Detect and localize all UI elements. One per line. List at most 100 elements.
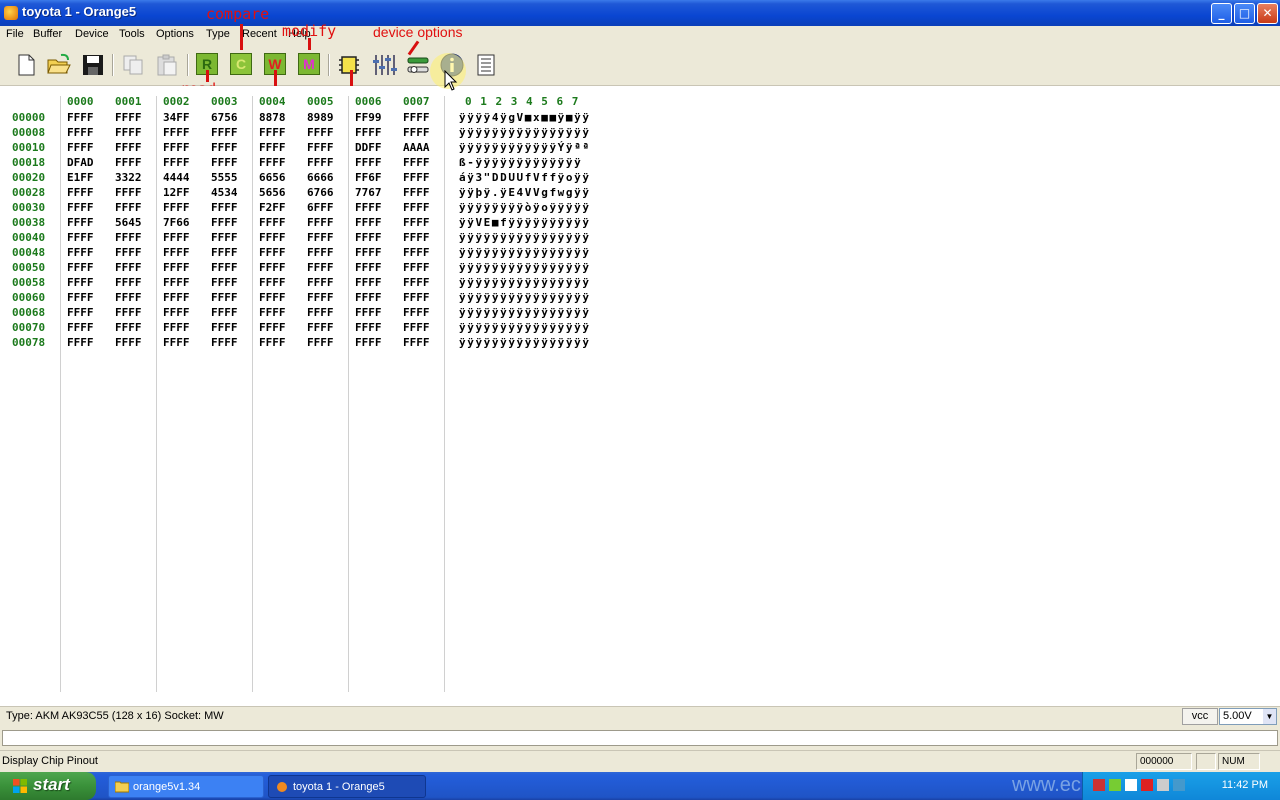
hex-cell[interactable]: FFFF	[259, 306, 286, 319]
hex-cell[interactable]: 34FF	[163, 111, 190, 124]
hex-cell[interactable]: FFFF	[307, 276, 334, 289]
hex-cell[interactable]: FFFF	[403, 276, 430, 289]
hex-cell[interactable]: FFFF	[403, 156, 430, 169]
ascii-row[interactable]: ­ß-ÿÿÿÿÿÿÿÿÿÿÿÿÿ	[459, 156, 582, 169]
maximize-icon[interactable]: □	[1234, 3, 1255, 24]
device-options-icon[interactable]	[405, 52, 431, 78]
taskbar-item-folder[interactable]: orange5v1.34	[108, 775, 264, 798]
start-button[interactable]: start	[0, 772, 96, 800]
ascii-row[interactable]: áÿ3"DDUUfVffÿoÿÿ	[459, 171, 591, 184]
hex-cell[interactable]: 7F66	[163, 216, 190, 229]
hex-cell[interactable]: FFFF	[211, 261, 238, 274]
hex-cell[interactable]: FFFF	[115, 201, 142, 214]
hex-cell[interactable]: FFFF	[67, 246, 94, 259]
hex-cell[interactable]: 5645	[115, 216, 142, 229]
hex-cell[interactable]: AAAA	[403, 141, 430, 154]
chip-options-icon[interactable]	[371, 52, 397, 78]
hex-cell[interactable]: FFFF	[115, 231, 142, 244]
hex-cell[interactable]: FFFF	[403, 126, 430, 139]
hex-cell[interactable]: 3322	[115, 171, 142, 184]
menu-options[interactable]: Options	[156, 28, 194, 40]
hex-cell[interactable]: FFFF	[163, 231, 190, 244]
hex-cell[interactable]: 8878	[259, 111, 286, 124]
hex-cell[interactable]: 7767	[355, 186, 382, 199]
hex-cell[interactable]: FFFF	[403, 291, 430, 304]
hex-cell[interactable]: FFFF	[115, 306, 142, 319]
hex-cell[interactable]: FFFF	[307, 231, 334, 244]
menu-type[interactable]: Type	[206, 28, 230, 40]
hex-cell[interactable]: FFFF	[403, 246, 430, 259]
hex-cell[interactable]: FFFF	[115, 261, 142, 274]
hex-cell[interactable]: FF6F	[355, 171, 382, 184]
hex-cell[interactable]: FFFF	[163, 306, 190, 319]
ascii-row[interactable]: ÿÿVE■fÿÿÿÿÿÿÿÿÿÿ	[459, 216, 591, 229]
tray-security-icon[interactable]	[1093, 779, 1105, 791]
hex-cell[interactable]: FFFF	[355, 306, 382, 319]
hex-cell[interactable]: FFFF	[67, 141, 94, 154]
hex-cell[interactable]: FFFF	[115, 246, 142, 259]
hex-cell[interactable]: FFFF	[355, 291, 382, 304]
ascii-row[interactable]: ÿÿÿÿ4ÿgV■x■■ÿ■ÿÿ	[459, 111, 591, 124]
hex-cell[interactable]: FFFF	[355, 231, 382, 244]
pinout-icon[interactable]	[473, 52, 499, 78]
hex-cell[interactable]: FFFF	[403, 171, 430, 184]
hex-cell[interactable]: FFFF	[163, 246, 190, 259]
hex-cell[interactable]: FFFF	[259, 141, 286, 154]
hex-cell[interactable]: FFFF	[259, 231, 286, 244]
hex-cell[interactable]: FFFF	[211, 231, 238, 244]
hex-cell[interactable]: 6656	[259, 171, 286, 184]
hex-cell[interactable]: FFFF	[259, 156, 286, 169]
paste-icon[interactable]	[154, 52, 180, 78]
hex-cell[interactable]: FFFF	[163, 276, 190, 289]
hex-cell[interactable]: FFFF	[259, 276, 286, 289]
hex-cell[interactable]: F2FF	[259, 201, 286, 214]
hex-cell[interactable]: FFFF	[211, 126, 238, 139]
hex-cell[interactable]: FFFF	[355, 336, 382, 349]
hex-cell[interactable]: 6756	[211, 111, 238, 124]
ascii-row[interactable]: ÿÿÿÿÿÿÿÿÿÿÿÿÿÿÿÿ	[459, 231, 591, 244]
close-icon[interactable]: ✕	[1257, 3, 1278, 24]
hex-cell[interactable]: FFFF	[211, 141, 238, 154]
hex-cell[interactable]: FFFF	[211, 336, 238, 349]
hex-cell[interactable]: FFFF	[259, 336, 286, 349]
hex-cell[interactable]: FFFF	[403, 111, 430, 124]
hex-cell[interactable]: E1FF	[67, 171, 94, 184]
hex-cell[interactable]: FFFF	[403, 201, 430, 214]
hex-cell[interactable]: FFFF	[67, 231, 94, 244]
hex-cell[interactable]: FFFF	[163, 201, 190, 214]
modify-icon[interactable]: M	[298, 53, 320, 75]
hex-cell[interactable]: FFFF	[259, 291, 286, 304]
hex-cell[interactable]: FFFF	[67, 126, 94, 139]
vcc-select[interactable]: 5.00V ▼	[1219, 708, 1277, 725]
hex-cell[interactable]: FFFF	[163, 141, 190, 154]
ascii-row[interactable]: ÿÿÿÿÿÿÿÿÿÿÿÿÿÿÿÿ	[459, 261, 591, 274]
hex-cell[interactable]: FFFF	[355, 156, 382, 169]
hex-buffer-view[interactable]: 0000 0001 0002 0003 0004 0005 0006 0007 0 1 2 3…	[0, 86, 1280, 706]
hex-cell[interactable]: FFFF	[211, 321, 238, 334]
hex-cell[interactable]: FFFF	[115, 276, 142, 289]
ascii-row[interactable]: ÿÿÿÿÿÿÿÿÿÿÿÿÿÿÿÿ	[459, 291, 591, 304]
ascii-row[interactable]: ÿÿÿÿÿÿÿÿÿÿÿÿÿÿÿÿ	[459, 336, 591, 349]
hex-cell[interactable]: FFFF	[115, 126, 142, 139]
hex-cell[interactable]: 5555	[211, 171, 238, 184]
hex-cell[interactable]: FFFF	[67, 261, 94, 274]
hex-cell[interactable]: FFFF	[307, 261, 334, 274]
hex-cell[interactable]: FFFF	[115, 141, 142, 154]
hex-cell[interactable]: FFFF	[307, 156, 334, 169]
hex-cell[interactable]: FFFF	[403, 336, 430, 349]
hex-cell[interactable]: FFFF	[67, 291, 94, 304]
hex-cell[interactable]: FFFF	[163, 156, 190, 169]
hex-cell[interactable]: FFFF	[115, 321, 142, 334]
hex-cell[interactable]: FFFF	[355, 276, 382, 289]
hex-cell[interactable]: FFFF	[307, 141, 334, 154]
hex-cell[interactable]: FFFF	[67, 186, 94, 199]
tray-volume-icon[interactable]	[1157, 779, 1169, 791]
hex-cell[interactable]: FFFF	[307, 306, 334, 319]
hex-cell[interactable]: FFFF	[67, 336, 94, 349]
hex-cell[interactable]: FFFF	[67, 276, 94, 289]
hex-cell[interactable]: FFFF	[259, 126, 286, 139]
tray-alert-icon[interactable]	[1141, 779, 1153, 791]
hex-cell[interactable]: FFFF	[403, 306, 430, 319]
hex-cell[interactable]: FFFF	[403, 216, 430, 229]
hex-cell[interactable]: FFFF	[67, 201, 94, 214]
